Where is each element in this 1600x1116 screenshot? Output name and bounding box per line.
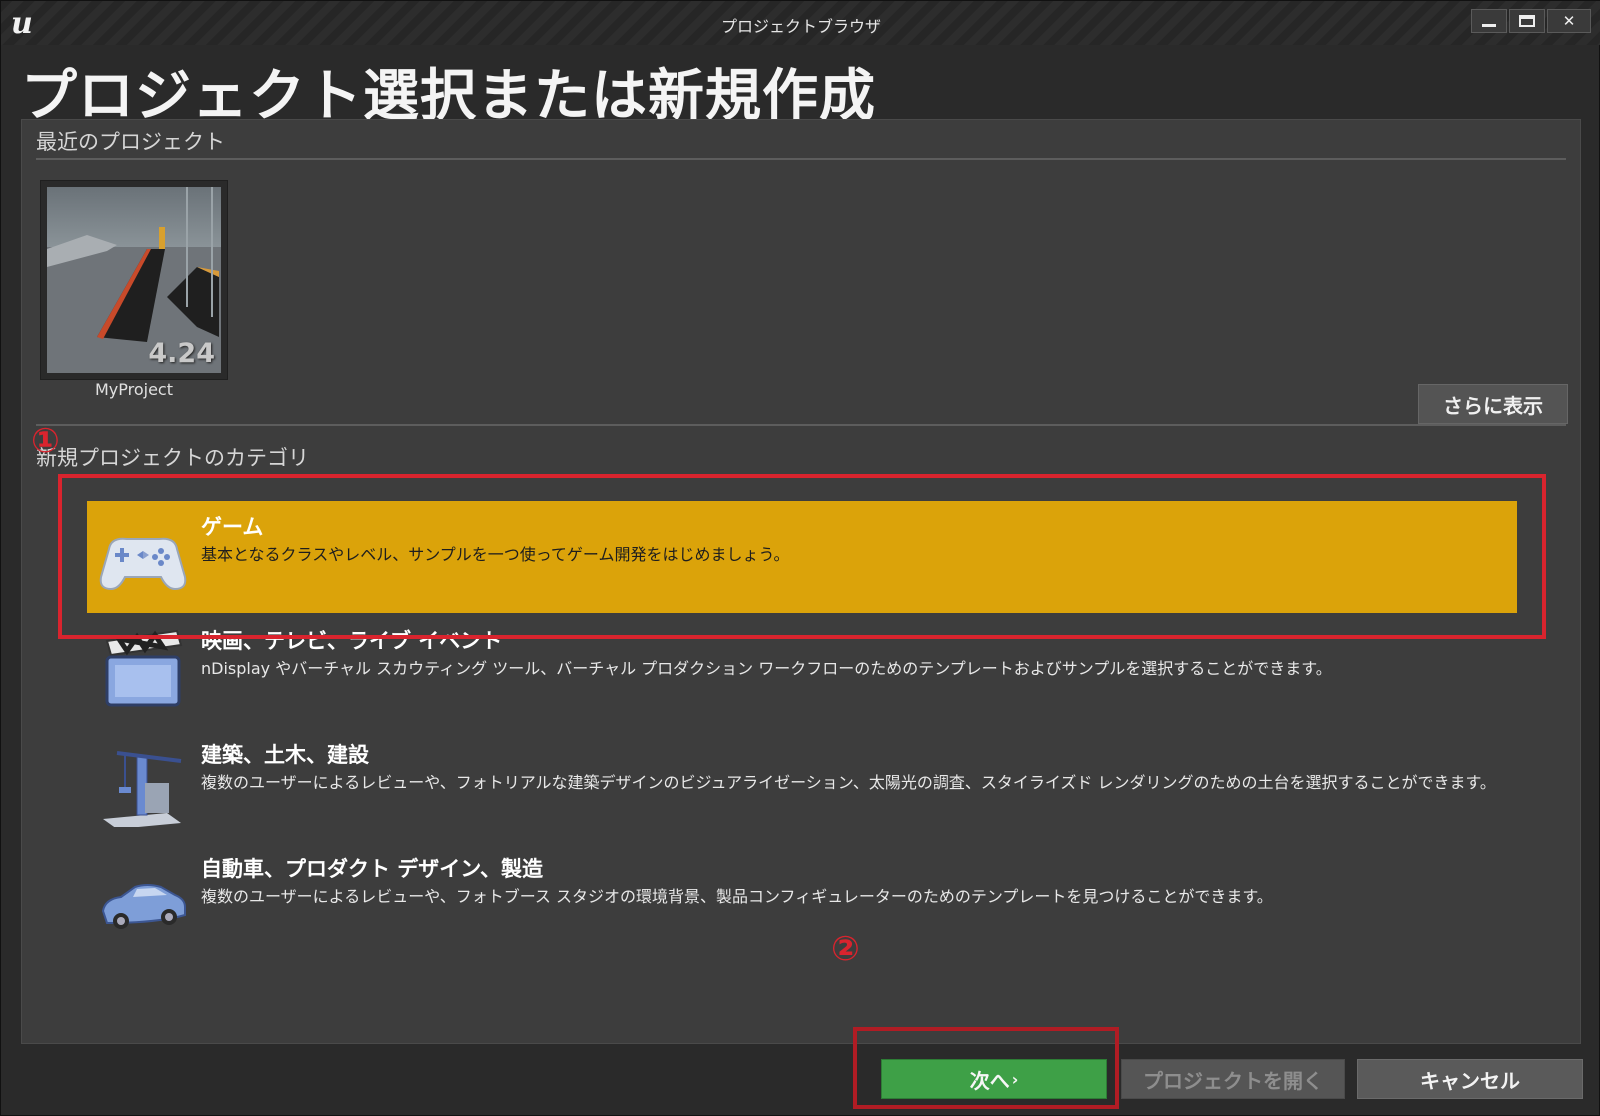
next-button-label: 次へ [969, 1068, 1010, 1093]
recent-projects-label: 最近のプロジェクト [36, 130, 225, 154]
category-description: nDisplay やバーチャル スカウティング ツール、バーチャル プロダクショ… [201, 659, 1332, 678]
recent-divider [36, 158, 1566, 160]
title-bar[interactable]: u プロジェクトブラウザ ✕ [1, 1, 1600, 45]
category-description: 複数のユーザーによるレビューや、フォトブース スタジオの環境背景、製品コンフィギ… [201, 887, 1273, 906]
close-icon: ✕ [1562, 12, 1576, 30]
annotation-step-1: ① [31, 421, 60, 461]
open-project-button[interactable]: プロジェクトを開く [1121, 1059, 1345, 1099]
minimize-button[interactable] [1471, 9, 1507, 33]
maximize-icon [1519, 15, 1535, 27]
category-architecture[interactable]: 建築、土木、建設 複数のユーザーによるレビューや、フォトリアルな建築デザインのビ… [87, 729, 1517, 841]
window-controls: ✕ [1471, 9, 1591, 33]
project-version: 4.24 [148, 338, 215, 369]
maximize-button[interactable] [1509, 9, 1545, 33]
category-automotive[interactable]: 自動車、プロダクト デザイン、製造 複数のユーザーによるレビューや、フォトブース… [87, 843, 1517, 955]
category-title: 建築、土木、建設 [201, 743, 369, 767]
project-tile-myproject[interactable]: 4.24 [40, 180, 228, 380]
crane-icon [103, 751, 182, 827]
show-more-button[interactable]: さらに表示 [1418, 384, 1568, 424]
project-name: MyProject [94, 380, 173, 399]
category-divider [36, 424, 1566, 426]
next-button[interactable]: 次へ › [881, 1059, 1107, 1099]
car-icon [101, 884, 186, 929]
new-project-categories-label: 新規プロジェクトのカテゴリ [36, 446, 309, 470]
window-title: プロジェクトブラウザ [720, 17, 881, 36]
clapperboard-icon [105, 629, 183, 707]
chevron-right-icon: › [1011, 1069, 1019, 1089]
minimize-icon [1482, 23, 1496, 27]
annotation-box-category [58, 474, 1546, 639]
category-title: 自動車、プロダクト デザイン、製造 [201, 857, 544, 881]
project-browser-window: u プロジェクトブラウザ ✕ プロジェクト選択または新規作成 最近のプロジェクト [0, 0, 1600, 1116]
category-description: 複数のユーザーによるレビューや、フォトリアルな建築デザインのビジュアライゼーショ… [201, 773, 1496, 792]
project-thumbnail: 4.24 [47, 187, 221, 373]
annotation-step-2: ② [831, 929, 860, 969]
cancel-button[interactable]: キャンセル [1357, 1059, 1583, 1099]
close-button[interactable]: ✕ [1547, 9, 1591, 33]
